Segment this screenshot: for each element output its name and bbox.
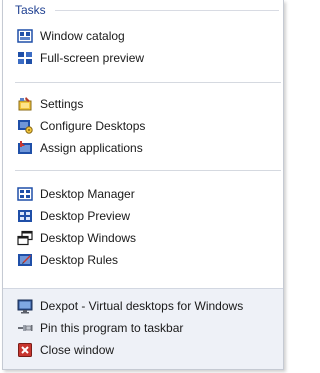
desktop-windows-icon (17, 230, 33, 246)
menu-item-label: Assign applications (40, 141, 143, 155)
configure-desktops-icon (17, 118, 33, 134)
menu-item-desktop-preview[interactable]: Desktop Preview (17, 206, 279, 226)
separator (15, 82, 281, 83)
menu-item-close-window[interactable]: Close window (17, 340, 279, 360)
fullscreen-preview-icon (17, 50, 33, 66)
assign-applications-icon (17, 140, 33, 156)
menu-item-fullscreen-preview[interactable]: Full-screen preview (17, 48, 279, 68)
monitor-icon (17, 298, 33, 314)
menu-item-window-catalog[interactable]: Window catalog (17, 26, 279, 46)
menu-item-pin-taskbar[interactable]: Pin this program to taskbar (17, 318, 279, 338)
desktop-rules-icon (17, 252, 33, 268)
header-divider (55, 10, 279, 11)
settings-icon (17, 96, 33, 112)
menu-item-label: Desktop Windows (40, 231, 137, 245)
menu-item-assign-applications[interactable]: Assign applications (17, 138, 279, 158)
window-catalog-icon (17, 28, 33, 44)
menu-item-label: Desktop Rules (40, 253, 119, 267)
menu-item-label: Close window (40, 343, 115, 357)
menu-item-label: Full-screen preview (40, 51, 145, 65)
menu-item-label: Dexpot - Virtual desktops for Windows (40, 299, 244, 313)
menu-item-label: Configure Desktops (40, 119, 146, 133)
menu-item-open-app[interactable]: Dexpot - Virtual desktops for Windows (17, 296, 279, 316)
menu-item-desktop-manager[interactable]: Desktop Manager (17, 184, 279, 204)
menu-item-label: Window catalog (40, 29, 125, 43)
menu-item-desktop-windows[interactable]: Desktop Windows (17, 228, 279, 248)
menu-item-settings[interactable]: Settings (17, 94, 279, 114)
separator (15, 170, 281, 171)
menu-item-label: Desktop Preview (40, 209, 131, 223)
menu-item-configure-desktops[interactable]: Configure Desktops (17, 116, 279, 136)
menu-item-label: Desktop Manager (40, 187, 135, 201)
menu-item-desktop-rules[interactable]: Desktop Rules (17, 250, 279, 270)
pin-icon (17, 320, 33, 336)
close-icon (17, 342, 33, 358)
menu-item-label: Settings (40, 97, 84, 111)
tasks-header: Tasks (15, 3, 279, 17)
menu-item-label: Pin this program to taskbar (40, 321, 184, 335)
desktop-manager-icon (17, 186, 33, 202)
jump-list-menu: Tasks Window catalog Full-screen preview… (2, 0, 284, 370)
tasks-header-title: Tasks (15, 3, 46, 17)
desktop-preview-icon (17, 208, 33, 224)
